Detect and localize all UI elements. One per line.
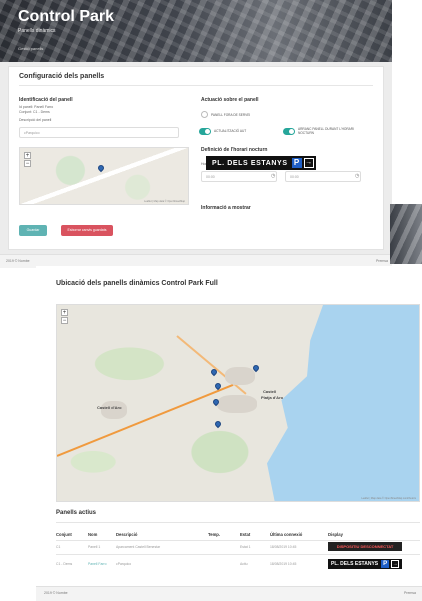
locations-screen: Ubicació dels panells dinàmics Control P… [36, 266, 422, 601]
row1-ultima: 18/08/2019 10:45 [270, 545, 297, 549]
disconnected-badge: DISPOSITIU DESCONNECTAT [328, 542, 402, 551]
row1-estat: Estat 1 [240, 545, 251, 549]
col-estat: Estat [240, 532, 251, 537]
divider [56, 540, 420, 541]
row2-estat: Actiu [240, 562, 248, 566]
divider [56, 554, 420, 555]
col-descripcio: Descripció [116, 532, 138, 537]
breadcrumb[interactable]: Gestió panells [18, 46, 43, 51]
map-label-castell: Castell [263, 389, 277, 394]
night-label: ARRANC PANELL DURANT L'HORARI NOCTURN [298, 127, 354, 135]
row1-nom: Panell 1 [88, 545, 101, 549]
city-area [101, 401, 127, 419]
hero-banner-image [390, 204, 422, 264]
map-attribution: Leaflet | Map data © OpenStreetMap [144, 200, 185, 203]
fora-servei-radio[interactable] [201, 111, 208, 118]
sign-text: PL. DELS ESTANYS [212, 159, 288, 167]
conjunt-line: Conjunt: C1 - Dems [19, 110, 50, 114]
map-pin-icon[interactable] [96, 163, 106, 173]
row2-ultima: 18/08/2019 10:45 [270, 562, 297, 566]
col-nom: Nom [88, 532, 98, 537]
divider [56, 522, 420, 523]
locations-map[interactable]: Castell Platja d'Aro Castell d'Aro + − L… [56, 304, 420, 502]
active-panels-title: Panells actius [56, 510, 97, 516]
row1-conjunt: C1 [56, 545, 61, 549]
arrow-right-icon: → [303, 158, 314, 168]
actuacio-title: Actuació sobre el panell [201, 97, 259, 103]
info-title: Informació a mostrar [201, 205, 251, 211]
auto-update-toggle[interactable] [199, 128, 211, 135]
col-ultima: Última connexió [270, 532, 303, 537]
map-label-platja: Platja d'Aro [261, 395, 284, 400]
app-title: Control Park [18, 8, 115, 25]
clock-icon[interactable]: ◷ [355, 173, 359, 179]
fora-servei-label: PANELL FORA DE SERVEI [211, 113, 251, 117]
zoom-out-button[interactable]: − [61, 317, 68, 324]
hero-banner: Control Park Panells dinàmics Gestió pan… [0, 0, 392, 62]
sea-area [267, 305, 419, 501]
description-input[interactable]: cParquico [19, 127, 179, 138]
panel-map[interactable]: + − Leaflet | Map data © OpenStreetMap [19, 147, 189, 205]
col-display: Display [328, 532, 343, 537]
zoom-in-button[interactable]: + [24, 152, 31, 159]
map-label-aro: Castell d'Aro [97, 405, 122, 410]
footer-copyright: 2019 © Nombe [44, 591, 68, 595]
parking-icon: P [291, 158, 302, 168]
night-toggle[interactable] [283, 128, 295, 135]
row2-conjunt: C1 - Dems [56, 562, 73, 566]
auto-update-label: ACTUALITZACIÓ AUT [214, 129, 247, 133]
map-pin-icon[interactable] [213, 419, 223, 429]
save-button[interactable]: Guardar [19, 225, 47, 236]
end-time-input[interactable]: 00:00 [285, 171, 361, 182]
footer-copyright: 2019 © Nombe [6, 259, 30, 263]
footer-link[interactable]: Premsa [404, 591, 416, 595]
app-subtitle: Panells dinàmics [18, 28, 56, 34]
clock-icon[interactable]: ◷ [271, 173, 275, 179]
divider [19, 85, 373, 86]
road [57, 383, 234, 457]
start-time-input[interactable]: 00:00 [201, 171, 277, 182]
config-card-title: Configuració dels panells [19, 73, 105, 80]
row2-nom-link[interactable]: Panell Farro [88, 562, 106, 566]
city-area [225, 367, 255, 385]
arrow-right-icon: → [391, 560, 400, 568]
display-sign: PL. DELS ESTANYS P → [328, 559, 402, 569]
ident-title: Identificació del panell [19, 97, 73, 103]
config-screen: Control Park Panells dinàmics Gestió pan… [0, 0, 392, 268]
city-area [217, 395, 257, 413]
display-sign-text: PL. DELS ESTANYS [331, 561, 379, 567]
row1-descripcio: Aparcament Castell Benestar [116, 545, 161, 549]
config-card: Configuració dels panells Identificació … [8, 66, 384, 250]
zoom-out-button[interactable]: − [24, 160, 31, 167]
horari-title: Definició de l'horari nocturn [201, 147, 268, 153]
row2-descripcio: cParquico [116, 562, 132, 566]
road [176, 335, 247, 395]
delete-saved-button[interactable]: Esborrar canvis guardats [61, 225, 113, 236]
footer: 2019 © Nombe Premsa [36, 586, 422, 601]
col-conjunt: Conjunt [56, 532, 72, 537]
zoom-in-button[interactable]: + [61, 309, 68, 316]
footer-link[interactable]: Premsa [376, 259, 388, 263]
description-label: Descripció del panell [19, 118, 52, 122]
locations-title: Ubicació dels panells dinàmics Control P… [56, 280, 218, 287]
panel-sign-preview: PL. DELS ESTANYS P → [206, 156, 316, 170]
map-attribution: Leaflet | Map data © OpenStreetMap contr… [361, 497, 416, 500]
parking-icon: P [381, 560, 390, 568]
col-temp: Temp. [208, 532, 221, 537]
